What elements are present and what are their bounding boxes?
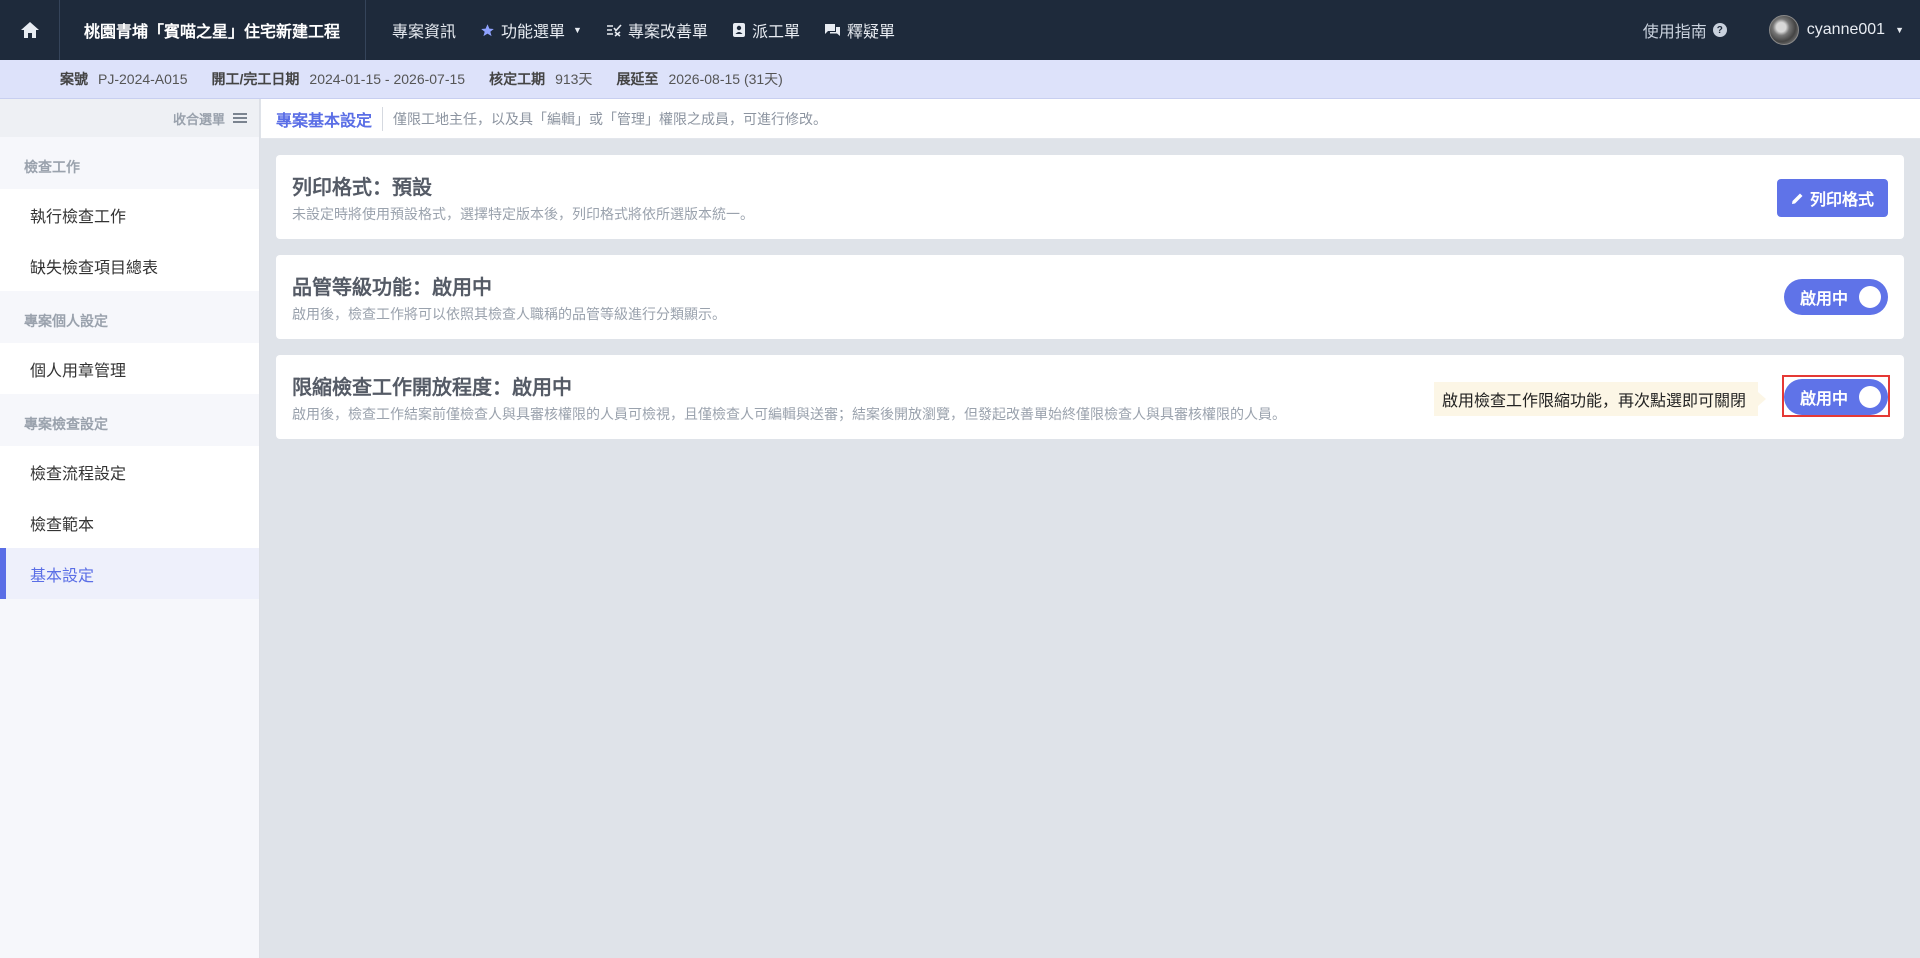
nav-project-info[interactable]: 專案資訊 [380, 0, 468, 60]
nav-dispatch-label: 派工單 [751, 24, 800, 41]
extension-label: 展延至 [616, 71, 659, 87]
sidebar-section-inspection: 檢查工作 [24, 159, 80, 175]
sidebar-item-basic-settings[interactable]: 基本設定 [0, 548, 259, 599]
nav-improvement[interactable]: 專案改善單 [594, 0, 720, 60]
case-number-label: 案號 [60, 71, 88, 87]
sidebar-item-stamp-management[interactable]: 個人用章管理 [0, 343, 259, 394]
sidebar-section-inspection-settings: 專案檢查設定 [24, 416, 108, 432]
qc-level-toggle-label: 啟用中 [1800, 291, 1849, 308]
project-dates-label: 開工/完工日期 [211, 71, 300, 87]
nav-project-info-label: 專案資訊 [392, 24, 457, 41]
hamburger-icon [233, 113, 247, 123]
nav-clarification-label: 釋疑單 [846, 24, 895, 41]
nav-menu: 專案資訊 功能選單 ▼ 專案改善單 派工單 釋疑單 [366, 0, 907, 60]
case-number: 案號 PJ-2024-A015 [60, 69, 188, 89]
print-format-card: 列印格式：預設 未設定時將使用預設格式，選擇特定版本後，列印格式將依所選版本統一… [276, 155, 1904, 239]
home-button[interactable] [0, 0, 60, 60]
collapse-menu-label: 收合選單 [172, 111, 225, 127]
extension: 展延至 2026-08-15 (31天) [616, 69, 782, 89]
nav-function-menu-label: 功能選單 [501, 24, 566, 41]
highlight-box [1782, 375, 1890, 417]
top-navbar: 桃園青埔「賓喵之星」住宅新建工程 專案資訊 功能選單 ▼ 專案改善單 派工單 釋… [0, 0, 1920, 60]
home-icon [20, 22, 39, 38]
case-number-value: PJ-2024-A015 [98, 71, 188, 87]
help-icon: ? [1712, 23, 1727, 37]
chevron-down-icon: ▼ [573, 25, 582, 35]
collapse-menu-button[interactable]: 收合選單 [0, 99, 259, 137]
sidebar-item-defect-summary[interactable]: 缺失檢查項目總表 [0, 240, 259, 291]
qc-level-card: 品管等級功能：啟用中 啟用後，檢查工作將可以依照其檢查人職稱的品管等級進行分類顯… [276, 255, 1904, 339]
sidebar-section-personal: 專案個人設定 [24, 313, 108, 329]
nav-function-menu[interactable]: 功能選單 ▼ [468, 0, 594, 60]
user-guide-link[interactable]: 使用指南 ? [1643, 18, 1727, 42]
chat-icon [824, 23, 840, 36]
approved-period: 核定工期 913天 [489, 69, 592, 89]
extension-value: 2026-08-15 (31天) [668, 71, 783, 87]
user-guide-label: 使用指南 [1642, 24, 1707, 41]
print-format-button-label: 列印格式 [1809, 192, 1874, 209]
print-format-button[interactable]: 列印格式 [1776, 179, 1888, 217]
restrict-inspection-desc: 啟用後，檢查工作結案前僅檢查人與具審核權限的人員可檢視，且僅檢查人可編輯與送審；… [292, 406, 1286, 422]
restrict-inspection-title: 限縮檢查工作開放程度：啟用中 [292, 377, 572, 399]
qc-level-title: 品管等級功能：啟用中 [292, 277, 492, 299]
print-format-title: 列印格式：預設 [292, 177, 432, 199]
chevron-down-icon: ▼ [1895, 25, 1904, 35]
approved-period-value: 913天 [555, 71, 593, 87]
nav-dispatch[interactable]: 派工單 [720, 0, 812, 60]
approved-period-label: 核定工期 [489, 71, 546, 87]
toggle-tooltip: 啟用檢查工作限縮功能，再次點選即可關閉 [1434, 382, 1767, 416]
print-format-desc: 未設定時將使用預設格式，選擇特定版本後，列印格式將依所選版本統一。 [292, 206, 754, 222]
page-title: 專案基本設定 [276, 106, 384, 131]
pencil-icon [1791, 193, 1803, 204]
badge-icon [732, 23, 745, 37]
project-dates-value: 2024-01-15 - 2026-07-15 [309, 71, 466, 87]
avatar [1768, 15, 1799, 45]
breadcrumb: 專案基本設定 僅限工地主任，以及具「編輯」或「管理」權限之成員，可進行修改。 [261, 99, 1920, 139]
project-dates: 開工/完工日期 2024-01-15 - 2026-07-15 [212, 69, 466, 89]
nav-clarification[interactable]: 釋疑單 [812, 0, 907, 60]
sidebar: 收合選單 檢查工作 執行檢查工作 缺失檢查項目總表 專案個人設定 個人用章管理 … [0, 99, 260, 958]
qc-level-toggle[interactable]: 啟用中 [1784, 279, 1888, 315]
sidebar-item-execute-inspection[interactable]: 執行檢查工作 [0, 189, 259, 240]
user-menu[interactable]: cyanne001 ▼ [1768, 15, 1904, 45]
toggle-knob [1859, 286, 1881, 308]
qc-level-desc: 啟用後，檢查工作將可以依照其檢查人職稱的品管等級進行分類顯示。 [292, 306, 726, 322]
username: cyanne001 [1806, 21, 1886, 38]
nav-improvement-label: 專案改善單 [627, 24, 708, 41]
permission-note: 僅限工地主任，以及具「編輯」或「管理」權限之成員，可進行修改。 [393, 110, 828, 127]
sidebar-item-templates[interactable]: 檢查範本 [0, 497, 259, 548]
sidebar-item-workflow-settings[interactable]: 檢查流程設定 [0, 446, 259, 497]
checklist-icon [606, 24, 622, 37]
project-title[interactable]: 桃園青埔「賓喵之星」住宅新建工程 [60, 0, 366, 60]
project-info-bar: 案號 PJ-2024-A015 開工/完工日期 2024-01-15 - 202… [0, 60, 1920, 99]
star-icon [481, 23, 494, 36]
nav-right: 使用指南 ? cyanne001 ▼ [1643, 0, 1920, 60]
